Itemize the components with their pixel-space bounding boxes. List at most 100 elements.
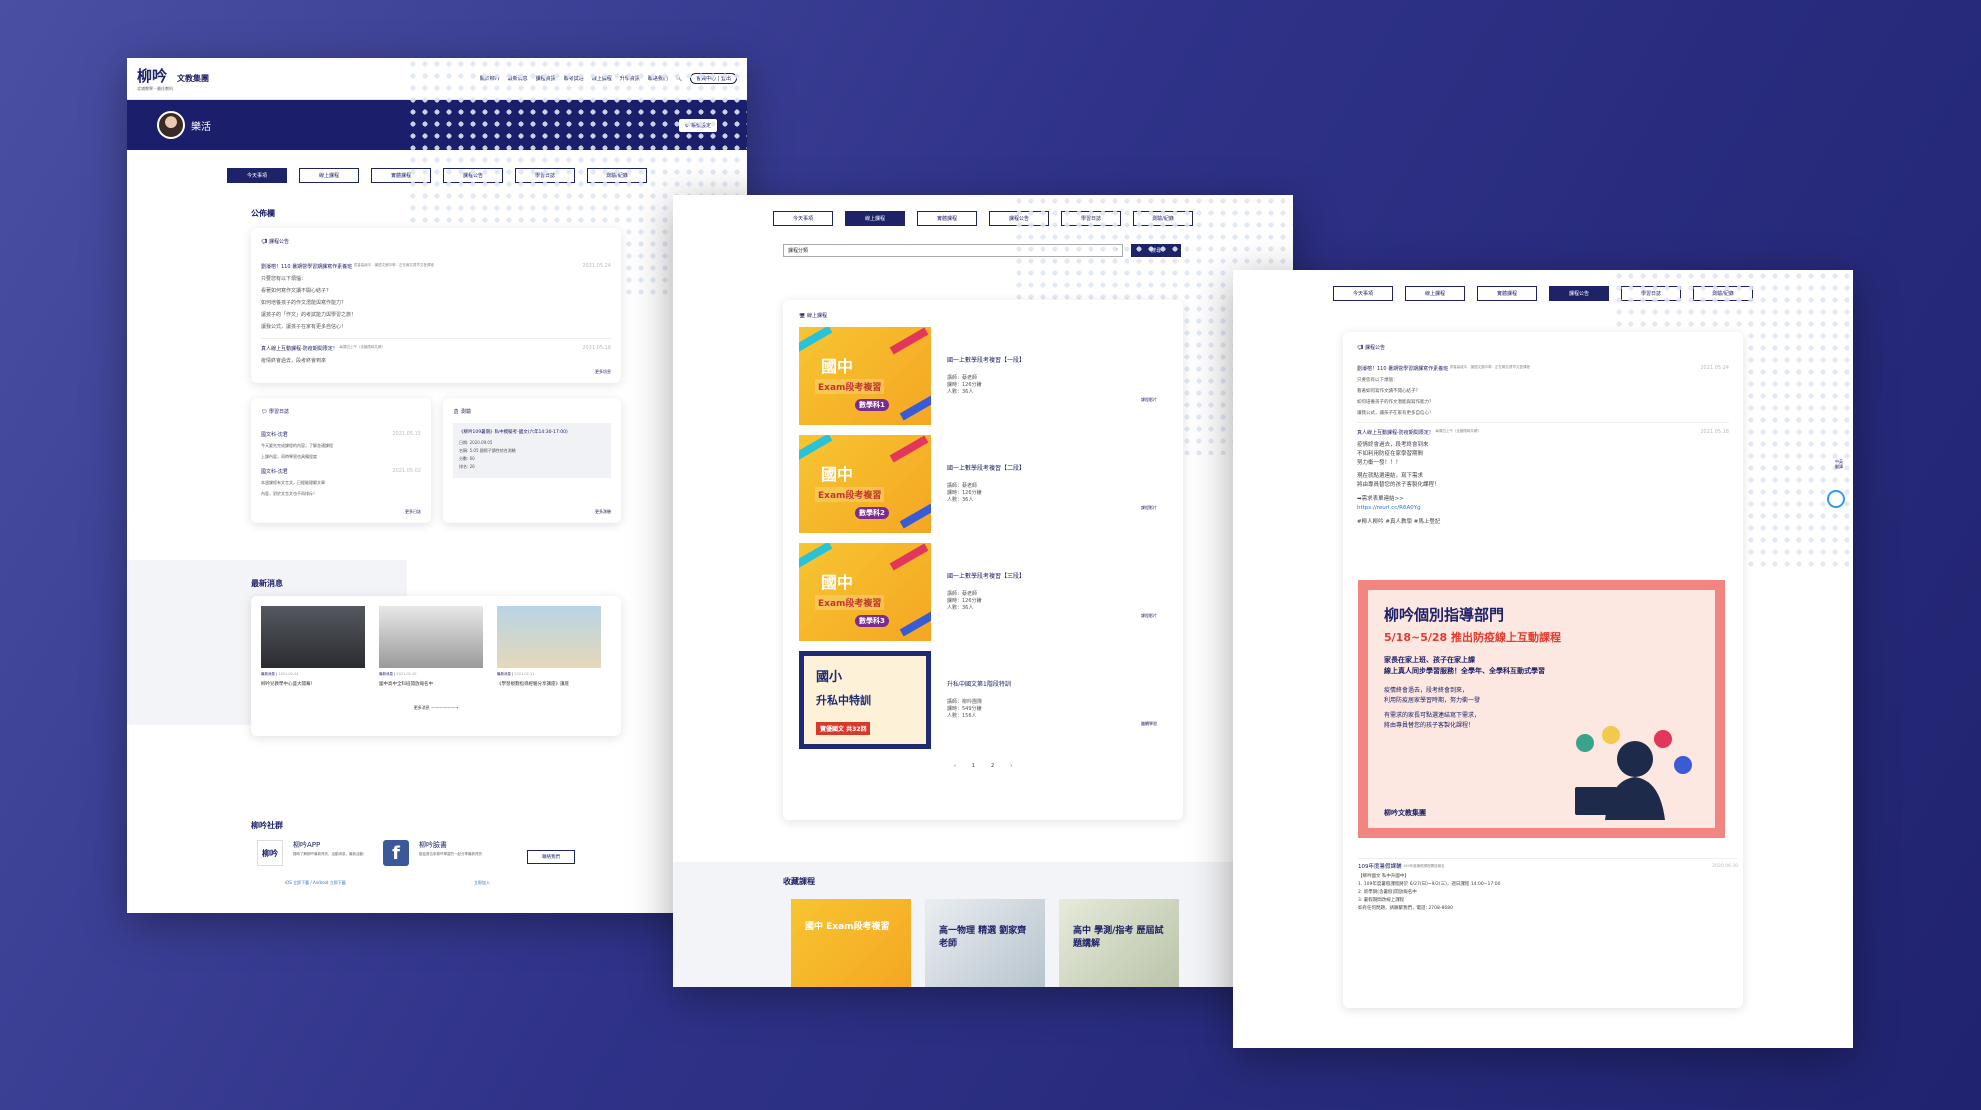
- exam-line: 排名: 26: [459, 464, 475, 469]
- fb-join-link[interactable]: 立即加入: [474, 880, 490, 886]
- next-page-button[interactable]: ›: [1010, 763, 1012, 769]
- brand-logo[interactable]: 柳吟 北埔教學・最佳教科 文教集團: [137, 65, 209, 92]
- tab-physical[interactable]: 實體課程: [371, 168, 431, 183]
- tab-online[interactable]: 線上課程: [299, 168, 359, 183]
- bulletin-title: 公佈欄: [251, 209, 275, 218]
- avatar: [157, 111, 185, 139]
- page-2[interactable]: 2: [991, 763, 994, 769]
- post-line: 只要您有以下煩惱：: [261, 276, 307, 282]
- nav-admission[interactable]: 升學資訊: [620, 75, 640, 82]
- post-line: 如何培養孩子的作文潛能與寫作能力？: [261, 300, 347, 306]
- search-icon[interactable]: 🔍︎: [676, 76, 682, 82]
- course-thumbnail: 國中 Exam段考複習 數學科2: [799, 435, 931, 533]
- course-video-link[interactable]: 課程影片: [1141, 613, 1157, 619]
- post-title[interactable]: 109年度暑假課輔 109年度暑假課程開放報名 2020.06.30: [1358, 858, 1738, 873]
- tab-physical[interactable]: 實體課程: [1477, 286, 1537, 301]
- post-title[interactable]: 真人線上互動課程-防疫期間限定！ 每周四上午（全國限時共網） 2021.05.18: [261, 338, 611, 352]
- nav-about[interactable]: 關於柳吟: [480, 75, 500, 82]
- post-line: 疫情終會過去，段考終會到來: [261, 358, 327, 364]
- dashboard-tabs: 今天事項 線上課程 實體課程 課程公告 學習日誌 測驗/紀錄: [127, 150, 747, 201]
- member-pill[interactable]: 會員中心 | 登出: [690, 73, 737, 84]
- post-title[interactable]: 劉濬榕！110 暑期營學習期課寫作素養班 書香高級中 . 國語文國中學 . 正在…: [261, 263, 611, 270]
- nav-courses[interactable]: 課程資訊: [536, 75, 556, 82]
- nav-contact[interactable]: 聯絡我們: [648, 75, 668, 82]
- favorite-course[interactable]: 國中 Exam段考複習: [791, 899, 911, 987]
- more-diary-link[interactable]: 更多日誌: [405, 509, 421, 515]
- tab-exam[interactable]: 測驗/紀錄: [587, 168, 647, 183]
- more-bulletin-link[interactable]: 更多訊息: [595, 369, 611, 375]
- news-item[interactable]: 最新消息 | 2021.02.11 《學習規劃指導經驗分享講座》講座: [497, 606, 601, 687]
- tab-online[interactable]: 線上課程: [1405, 286, 1465, 301]
- favorites-list: 國中 Exam段考複習 高一物理 精選 劉家齊老師 高中 學測/指考 歷屆試題講…: [791, 899, 1293, 987]
- continue-learning-link[interactable]: 繼續學習: [1141, 721, 1157, 727]
- category-select[interactable]: 課程分類 ▾: [783, 244, 1123, 257]
- nav-exams[interactable]: 聯考試題: [564, 75, 584, 82]
- course-item[interactable]: 國小 升私中特訓 寶優國文 共32回 升私中國文第1階段特訓 講師：柳吟團隊 課…: [799, 651, 1167, 749]
- social-row: 柳吟 柳吟APP 隨時了解柳吟最新資訊，活動消息，最新活動！ f 柳吟臉書 歡迎…: [257, 840, 575, 866]
- news-card: 最新消息 | 2021.02.04 柳吟兒教學中心盛大開幕！ 最新消息 | 20…: [251, 596, 621, 736]
- page-1[interactable]: 1: [972, 763, 975, 769]
- exam-line: 日期: 2020.09.05: [459, 440, 493, 445]
- tab-exam[interactable]: 測驗/紀錄: [1133, 211, 1193, 226]
- news-item[interactable]: 最新消息 | 2021.02.04 柳吟兒教學中心盛大開幕！: [261, 606, 365, 687]
- course-video-link[interactable]: 課程影片: [1141, 397, 1157, 403]
- course-item[interactable]: 國中 Exam段考複習 數學科3 國一上數學段考複習【三段】 講師：蔡老師 課時…: [799, 543, 1167, 641]
- search-button[interactable]: 搜尋: [1131, 244, 1181, 257]
- tab-announce[interactable]: 課程公告: [1549, 286, 1609, 301]
- more-news-link[interactable]: 更多消息 ——————→: [261, 705, 611, 711]
- prev-page-button[interactable]: ‹: [954, 763, 956, 769]
- online-header: 🖥︎ 線上課程: [799, 313, 827, 319]
- tab-today[interactable]: 今天事項: [227, 168, 287, 183]
- favorite-course[interactable]: 高一物理 精選 劉家齊老師: [925, 899, 1045, 987]
- tab-diary[interactable]: 學習日誌: [1061, 211, 1121, 226]
- app-download-links[interactable]: iOS 立即下載 / Android 立即下載: [285, 880, 346, 886]
- facebook-icon[interactable]: f: [383, 840, 409, 866]
- favorites-title: 收藏課程: [783, 877, 815, 886]
- nav-online[interactable]: 線上課程: [592, 75, 612, 82]
- tab-announce[interactable]: 課程公告: [443, 168, 503, 183]
- tab-exam[interactable]: 測驗/紀錄: [1693, 286, 1753, 301]
- post-title[interactable]: 劉濬榕！110 暑期營學習期課寫作素養班 書香高級中 . 國語文國中學 . 正在…: [1357, 365, 1729, 372]
- nav-news[interactable]: 最新消息: [508, 75, 528, 82]
- news-image: [379, 606, 483, 668]
- tab-announce[interactable]: 課程公告: [989, 211, 1049, 226]
- contact-button[interactable]: 聯絡我們: [527, 850, 575, 864]
- favorite-course[interactable]: 高中 學測/指考 歷屆試題講解: [1059, 899, 1179, 987]
- tab-today[interactable]: 今天事項: [773, 211, 833, 226]
- diary-text: 上課內容，同時學習也具備程度: [261, 454, 317, 459]
- tab-today[interactable]: 今天事項: [1333, 286, 1393, 301]
- news-item[interactable]: 最新消息 | 2021.02.10 國中高中全科班開放報名中: [379, 606, 483, 687]
- course-thumbnail: 國小 升私中特訓 寶優國文 共32回: [799, 651, 931, 749]
- post-title[interactable]: 真人線上互動課程-防疫期間限定！ 每周四上午（全國限時共網） 2021.05.18: [1357, 422, 1729, 436]
- exam-box[interactable]: 《柳吟109暑期》私中模擬考-國文(六年14:30-17:00) 日期: 202…: [453, 423, 611, 478]
- more-exam-link[interactable]: 更多測驗: [595, 509, 611, 515]
- translate-toggle[interactable]: 中英 翻譯: [1835, 459, 1845, 470]
- course-title: 升私中國文第1階段特訓: [947, 681, 1011, 688]
- diary-item[interactable]: 國文科-沈君 2021.05.02: [261, 468, 421, 475]
- course-item[interactable]: 國中 Exam段考複習 數學科2 國一上數學段考複習【二段】 講師：蔡老師 課時…: [799, 435, 1167, 533]
- diary-text: 內容，對於文言文也不再排斥！: [261, 491, 317, 496]
- dashboard-screen: 柳吟 北埔教學・最佳教科 文教集團 關於柳吟 最新消息 課程資訊 聯考試題 線上…: [127, 58, 747, 913]
- course-item[interactable]: 國中 Exam段考複習 數學科1 國一上數學段考複習【一段】 講師：蔡老師 課時…: [799, 327, 1167, 425]
- post-body: 疫情終會過去，段考終會到來 不如利用防疫在家學習期間 努力衝一發！！！ 現在就點…: [1357, 441, 1729, 526]
- course-search-row: 課程分類 ▾ 搜尋: [783, 244, 1293, 257]
- post-line: 讓我公式，讓孩子在家有更多自信心！: [261, 324, 347, 330]
- brand-sub: 文教集團: [177, 74, 209, 83]
- messenger-icon[interactable]: [1827, 490, 1845, 508]
- tab-diary[interactable]: 學習日誌: [1621, 286, 1681, 301]
- diary-text: 今天要先完成課程的內容；了解並通課程: [261, 443, 333, 448]
- main-nav: 關於柳吟 最新消息 課程資訊 聯考試題 線上課程 升學資訊 聯絡我們 🔍︎ 會員…: [480, 73, 737, 84]
- tab-online[interactable]: 線上課程: [845, 211, 905, 226]
- tab-physical[interactable]: 實體課程: [917, 211, 977, 226]
- diary-item[interactable]: 國文科-沈君 2021.05.15: [261, 431, 421, 438]
- course-thumbnail: 國中 Exam段考複習 數學科1: [799, 327, 931, 425]
- form-link[interactable]: https://reurl.cc/R6A0Yg: [1357, 504, 1729, 513]
- post-3: 109年度暑假課輔 109年度暑假課程開放報名 2020.06.30 【柳吟國文 …: [1358, 858, 1738, 913]
- course-video-link[interactable]: 課程影片: [1141, 505, 1157, 511]
- course-thumbnail: 國中 Exam段考複習 數學科3: [799, 543, 931, 641]
- announce-tabs: 今天事項 線上課程 實體課程 課程公告 學習日誌 測驗/紀錄: [1233, 270, 1853, 319]
- account-settings-button[interactable]: ⚙ 帳號設定: [678, 118, 717, 132]
- poster-lines: 家長在家上班、孩子在家上課 線上真人同步學習服務！全學年、全學科互動式學習: [1384, 656, 1545, 675]
- tab-diary[interactable]: 學習日誌: [515, 168, 575, 183]
- student-laptop-illustration: [1575, 726, 1692, 820]
